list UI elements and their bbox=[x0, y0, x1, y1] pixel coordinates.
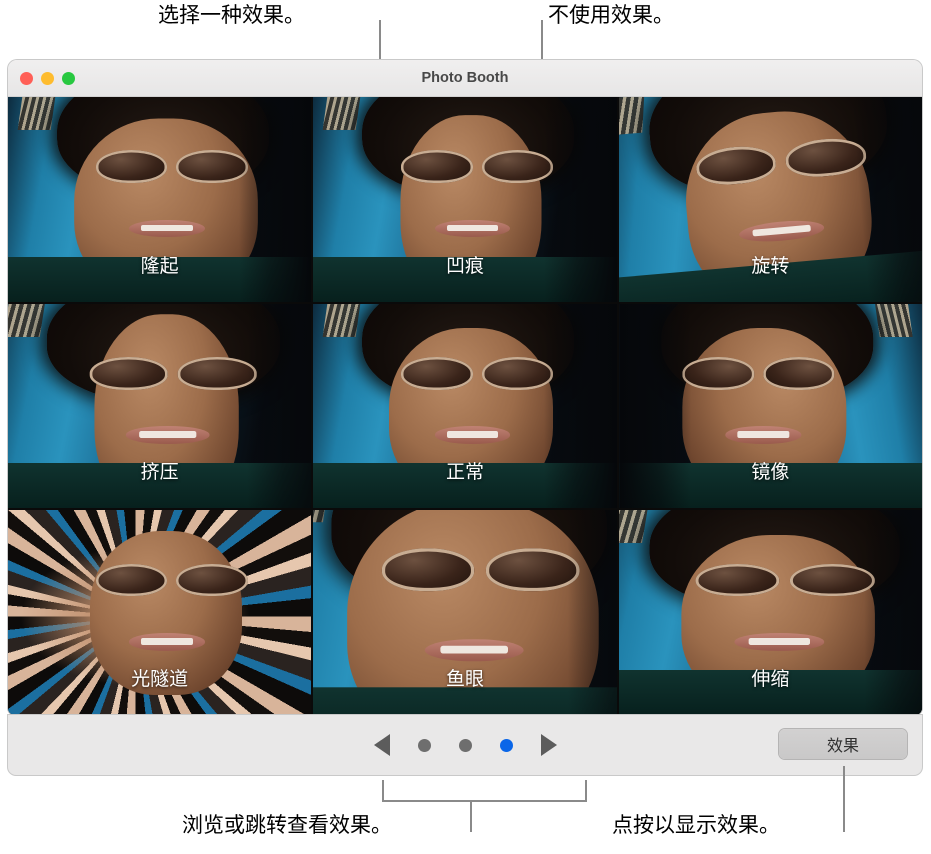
effect-cell-stretch[interactable]: 伸缩 bbox=[618, 510, 922, 715]
leader-bracket-span bbox=[382, 800, 587, 802]
effect-preview-image bbox=[618, 97, 922, 302]
effect-preview-image bbox=[8, 97, 312, 302]
leader-line-browse-effects bbox=[470, 800, 472, 832]
screenshot-root: 选择一种效果。 不使用效果。 Photo Booth 隆起 凹痕 旋转 挤压 正… bbox=[0, 0, 931, 854]
window-bottom-toolbar: 效果 bbox=[8, 715, 922, 775]
page-dot-2[interactable] bbox=[458, 738, 472, 752]
annotation-browse-effects: 浏览或跳转查看效果。 bbox=[182, 814, 392, 837]
effect-cell-dent[interactable]: 凹痕 bbox=[313, 97, 617, 302]
photo-booth-window: Photo Booth 隆起 凹痕 旋转 挤压 正常 镜像 光隧道 鱼眼 伸缩 bbox=[8, 60, 922, 715]
annotation-choose-effect: 选择一种效果。 bbox=[158, 4, 305, 27]
window-controls bbox=[20, 71, 75, 85]
annotation-click-to-show: 点按以显示效果。 bbox=[612, 814, 780, 837]
effects-button[interactable]: 效果 bbox=[779, 729, 907, 759]
effects-grid: 隆起 凹痕 旋转 挤压 正常 镜像 光隧道 鱼眼 伸缩 bbox=[8, 97, 922, 715]
effect-preview-image bbox=[8, 303, 312, 509]
effect-cell-fisheye[interactable]: 鱼眼 bbox=[313, 510, 617, 715]
effect-preview-image bbox=[313, 510, 617, 715]
effect-cell-twirl[interactable]: 旋转 bbox=[618, 97, 922, 302]
page-dot-1[interactable] bbox=[417, 738, 431, 752]
effect-cell-light-tunnel[interactable]: 光隧道 bbox=[8, 510, 312, 715]
effect-preview-image bbox=[313, 303, 617, 509]
previous-page-arrow-icon[interactable] bbox=[373, 734, 390, 756]
window-titlebar[interactable]: Photo Booth bbox=[8, 60, 922, 97]
effect-preview-image bbox=[618, 510, 922, 715]
effect-preview-image bbox=[618, 303, 922, 509]
minimize-button[interactable] bbox=[41, 71, 54, 85]
effect-preview-image bbox=[8, 510, 312, 715]
zoom-button[interactable] bbox=[62, 71, 75, 85]
effect-cell-bulge[interactable]: 隆起 bbox=[8, 97, 312, 302]
window-title: Photo Booth bbox=[421, 70, 509, 86]
page-dot-3[interactable] bbox=[499, 738, 513, 752]
effect-preview-image bbox=[313, 97, 617, 302]
leader-bracket-left-tick bbox=[382, 780, 384, 802]
leader-bracket-right-tick bbox=[585, 780, 587, 802]
leader-line-click-to-show bbox=[843, 766, 845, 832]
effect-cell-squeeze[interactable]: 挤压 bbox=[8, 303, 312, 509]
next-page-arrow-icon[interactable] bbox=[540, 734, 557, 756]
effect-cell-normal[interactable]: 正常 bbox=[313, 303, 617, 509]
close-button[interactable] bbox=[20, 71, 33, 85]
annotation-no-effect: 不使用效果。 bbox=[548, 4, 674, 27]
effect-cell-mirror[interactable]: 镜像 bbox=[618, 303, 922, 509]
